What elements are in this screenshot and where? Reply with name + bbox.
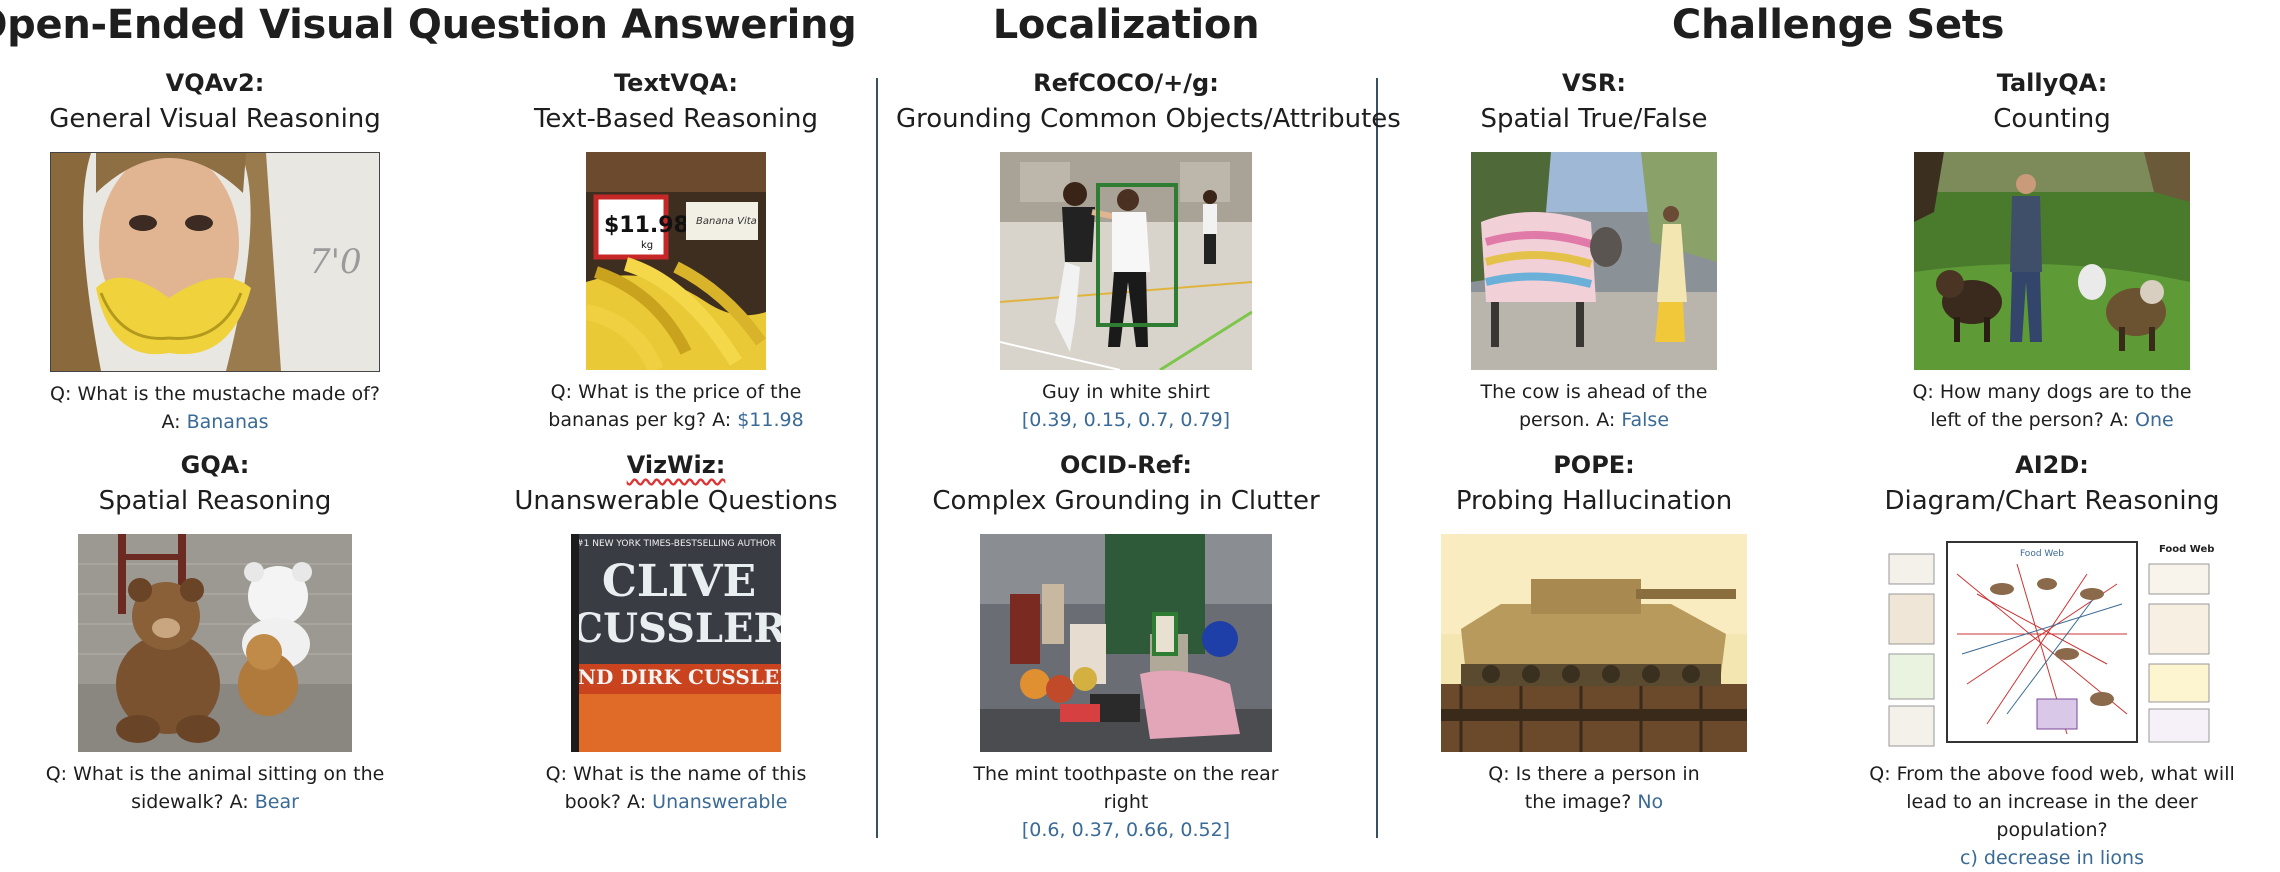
dataset-name: TallyQA:: [1996, 69, 2108, 97]
qa-caption: Guy in white shirt [0.39, 0.15, 0.7, 0.7…: [956, 378, 1296, 434]
section-title-challenge: Challenge Sets: [1671, 2, 2005, 48]
image-diagram-title-right: Food Web: [2159, 544, 2214, 555]
qa-caption: Q: Is there a person in the image? No: [1474, 760, 1714, 816]
card-refcoco: RefCOCO/+/g: Grounding Common Objects/At…: [896, 68, 1401, 434]
qa-caption: The cow is ahead of the person. A: False: [1474, 378, 1714, 434]
card-gqa: GQA: Spatial Reasoning Q: What is the an…: [0, 450, 445, 816]
example-image-textvqa: $11.98 kg Banana Vita: [586, 152, 766, 370]
dataset-description: Counting: [1993, 104, 2111, 134]
question-text: Q: Is there a person in the image?: [1488, 763, 1700, 813]
example-image-ocidref: [980, 534, 1272, 752]
dataset-description: Probing Hallucination: [1455, 486, 1733, 516]
dataset-description: General Visual Reasoning: [49, 104, 381, 134]
dataset-name: GQA:: [180, 451, 250, 479]
dataset-name: TextVQA:: [613, 69, 738, 97]
image-book-line2: CUSSLER: [571, 605, 781, 652]
qa-caption: Q: From the above food web, what will le…: [1852, 760, 2252, 872]
qa-caption: Q: What is the mustache made of? A: Bana…: [45, 380, 385, 436]
example-image-gqa: [78, 534, 352, 752]
image-price-text: $11.98: [604, 213, 689, 238]
image-book-tagline: #1 NEW YORK TIMES-BESTSELLING AUTHOR: [576, 539, 776, 549]
card-ocidref: OCID-Ref: Complex Grounding in Clutter T…: [896, 450, 1356, 844]
qa-caption: Q: What is the price of the bananas per …: [546, 378, 806, 434]
dataset-description: Text-Based Reasoning: [533, 104, 819, 134]
example-image-vsr: [1471, 152, 1717, 370]
example-image-ai2d: Food Web Food Web: [1887, 534, 2217, 752]
answer-text: Bear: [254, 791, 299, 813]
card-textvqa: TextVQA: Text-Based Reasoning $11.98 kg …: [446, 68, 906, 434]
referring-expression: The mint toothpaste on the rear right: [973, 763, 1279, 813]
image-label-text: Banana Vita: [696, 216, 757, 227]
dataset-name: VizWiz:: [626, 451, 726, 479]
image-book-line1: CLIVE: [602, 556, 756, 607]
image-diagram-title: Food Web: [2020, 549, 2064, 559]
image-wall-text: 7'0: [309, 242, 362, 282]
grounding-box: [1152, 612, 1178, 656]
dataset-name: VSR:: [1562, 69, 1626, 97]
dataset-description: Grounding Common Objects/Attributes: [896, 104, 1401, 134]
dataset-description: Complex Grounding in Clutter: [932, 486, 1320, 516]
example-image-tallyqa: [1914, 152, 2190, 370]
question-text: Q: What is the animal sitting on the sid…: [45, 763, 385, 813]
dataset-description: Spatial Reasoning: [98, 486, 332, 516]
qa-caption: The mint toothpaste on the rear right [0…: [956, 760, 1296, 844]
dataset-name: RefCOCO/+/g:: [1033, 69, 1219, 97]
dataset-name: VQAv2:: [165, 69, 265, 97]
card-ai2d: AI2D: Diagram/Chart Reasoning Food Web F…: [1822, 450, 2280, 872]
answer-text: $11.98: [737, 409, 804, 431]
card-vsr: VSR: Spatial True/False The cow is ahead…: [1364, 68, 1824, 434]
image-book-line3: AND DIRK CUSSLER: [571, 665, 781, 689]
answer-text: [0.39, 0.15, 0.7, 0.79]: [1021, 409, 1231, 431]
answer-text: c) decrease in lions: [1960, 847, 2144, 869]
dataset-name: AI2D:: [2015, 451, 2089, 479]
dataset-description: Diagram/Chart Reasoning: [1884, 486, 2220, 516]
section-title-localization: Localization: [992, 2, 1260, 48]
dataset-name: POPE:: [1553, 451, 1635, 479]
answer-text: Unanswerable: [652, 791, 788, 813]
dataset-description: Unanswerable Questions: [514, 486, 838, 516]
answer-text: Bananas: [186, 411, 269, 433]
image-unit-text: kg: [641, 240, 653, 251]
card-pope: POPE: Probing Hallucination Q: Is there …: [1364, 450, 1824, 816]
dataset-name: OCID-Ref:: [1059, 451, 1193, 479]
qa-caption: Q: What is the name of this book? A: Una…: [541, 760, 811, 816]
qa-caption: Q: How many dogs are to the left of the …: [1897, 378, 2207, 434]
card-tallyqa: TallyQA: Counting Q: How many dogs are t…: [1822, 68, 2280, 434]
card-vqav2: VQAv2: General Visual Reasoning 7'0 Q: W…: [0, 68, 445, 436]
answer-text: False: [1621, 409, 1670, 431]
answer-text: No: [1637, 791, 1664, 813]
referring-expression: Guy in white shirt: [1042, 381, 1210, 403]
question-text: The cow is ahead of the person. A:: [1480, 381, 1708, 431]
question-text: Q: From the above food web, what will le…: [1869, 763, 2235, 841]
example-image-refcoco: [1000, 152, 1252, 370]
answer-text: One: [2135, 409, 2174, 431]
example-image-vqav2: 7'0: [50, 152, 380, 372]
card-vizwiz: VizWiz: Unanswerable Questions #1 NEW YO…: [446, 450, 906, 816]
example-image-pope: [1441, 534, 1747, 752]
qa-caption: Q: What is the animal sitting on the sid…: [45, 760, 385, 816]
example-image-vizwiz: #1 NEW YORK TIMES-BESTSELLING AUTHOR CLI…: [571, 534, 781, 752]
dataset-description: Spatial True/False: [1480, 104, 1708, 134]
section-title-open-ended: Open-Ended Visual Question Answering: [0, 2, 857, 48]
answer-text: [0.6, 0.37, 0.66, 0.52]: [1021, 819, 1231, 841]
